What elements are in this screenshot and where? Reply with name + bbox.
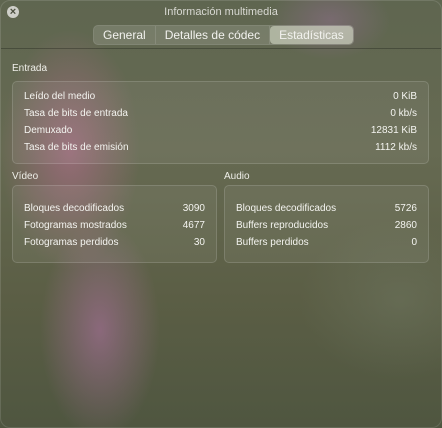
stat-label: Tasa de bits de emisión — [24, 142, 129, 153]
stat-row: Bloques decodificados 5726 — [225, 203, 428, 214]
stat-row: Buffers reproducidos 2860 — [225, 220, 428, 231]
stat-row: Demuxado 12831 KiB — [13, 125, 428, 136]
stat-label: Fotogramas mostrados — [24, 220, 127, 231]
stat-label: Buffers reproducidos — [236, 220, 329, 231]
stat-value: 30 — [193, 237, 205, 248]
media-info-window: × Información multimedia General Detalle… — [0, 0, 442, 428]
stat-row: Leído del medio 0 KiB — [13, 91, 428, 102]
tab-codec-details[interactable]: Detalles de códec — [156, 26, 271, 44]
stat-label: Demuxado — [24, 125, 73, 136]
section-title-video: Vídeo — [12, 171, 39, 182]
stat-label: Tasa de bits de entrada — [24, 108, 128, 119]
stat-row: Tasa de bits de emisión 1112 kb/s — [13, 142, 428, 153]
stat-value: 12831 KiB — [370, 125, 417, 136]
section-title-input: Entrada — [12, 63, 48, 74]
stat-value: 2860 — [394, 220, 417, 231]
stat-value: 5726 — [394, 203, 417, 214]
stat-label: Bloques decodificados — [24, 203, 125, 214]
stat-value: 0 kb/s — [390, 108, 417, 119]
stat-row: Fotogramas mostrados 4677 — [13, 220, 216, 231]
section-title-audio: Audio — [224, 171, 250, 182]
stat-value: 3090 — [182, 203, 205, 214]
stat-value: 1112 kb/s — [375, 142, 417, 153]
audio-stats-group: Bloques decodificados 5726 Buffers repro… — [224, 185, 429, 263]
stat-label: Leído del medio — [24, 91, 96, 102]
stat-row: Tasa de bits de entrada 0 kb/s — [13, 108, 428, 119]
stat-row: Buffers perdidos 0 — [225, 237, 428, 248]
video-stats-group: Bloques decodificados 3090 Fotogramas mo… — [12, 185, 217, 263]
stat-row: Bloques decodificados 3090 — [13, 203, 216, 214]
tab-statistics[interactable]: Estadísticas — [270, 26, 353, 44]
stat-value: 0 KiB — [393, 91, 417, 102]
title-bar[interactable]: × Información multimedia — [1, 1, 441, 23]
toolbar-divider — [1, 48, 441, 49]
tab-general[interactable]: General — [94, 26, 156, 44]
stat-value: 4677 — [182, 220, 205, 231]
window-title: Información multimedia — [164, 6, 278, 18]
stat-row: Fotogramas perdidos 30 — [13, 237, 216, 248]
stat-label: Bloques decodificados — [236, 203, 337, 214]
stat-value: 0 — [411, 237, 417, 248]
stat-label: Fotogramas perdidos — [24, 237, 119, 248]
input-stats-group: Leído del medio 0 KiB Tasa de bits de en… — [12, 81, 429, 164]
tab-bar: General Detalles de códec Estadísticas — [93, 25, 354, 45]
close-icon[interactable]: × — [7, 6, 19, 18]
stat-label: Buffers perdidos — [236, 237, 309, 248]
